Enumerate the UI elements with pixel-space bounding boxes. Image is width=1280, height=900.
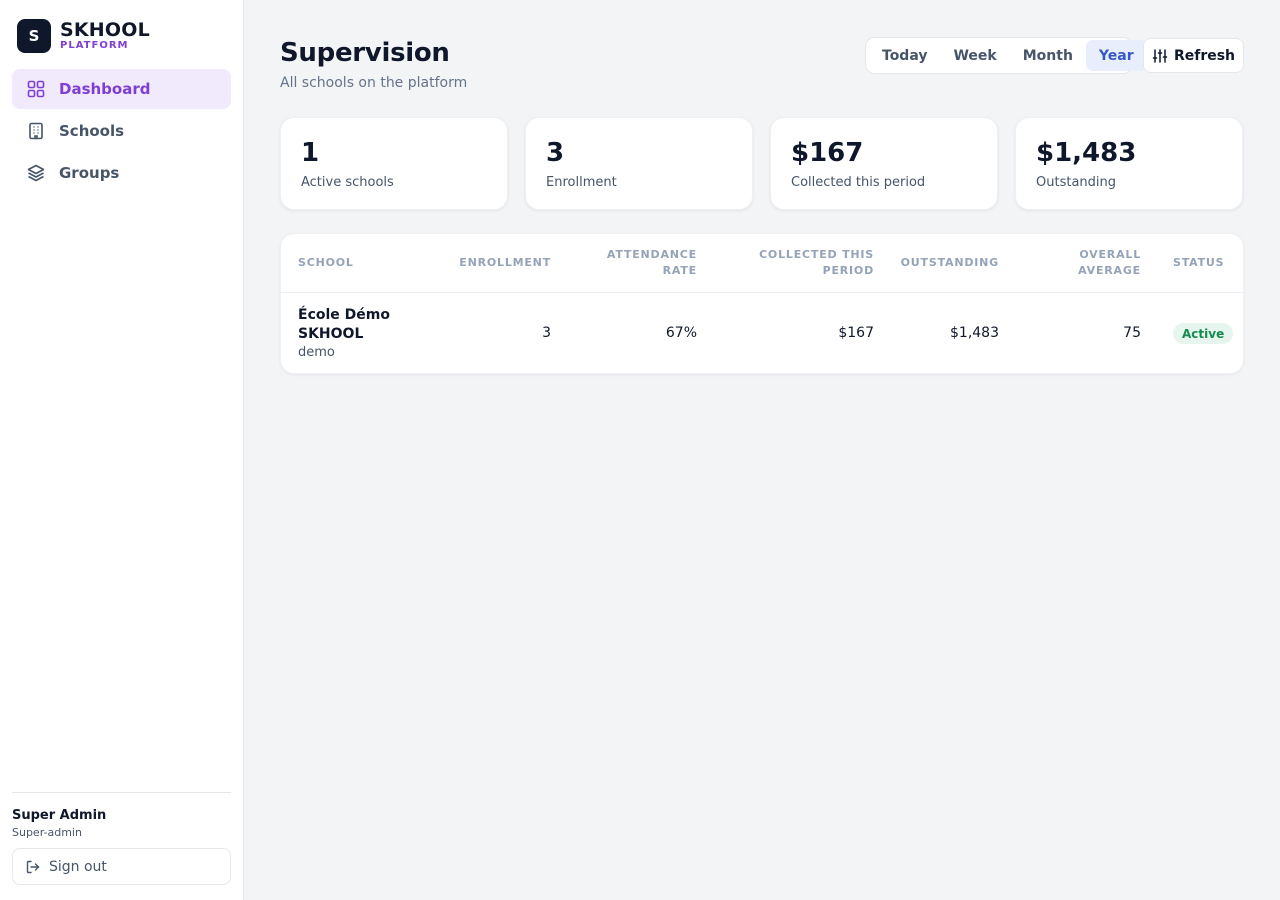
user-role: Super-admin — [12, 826, 82, 839]
stats-row: 1 Active schools 3 Enrollment $167 Colle… — [280, 117, 1244, 210]
page-subtitle: All schools on the platform — [280, 75, 468, 91]
grid-icon — [26, 79, 46, 99]
school-slug: demo — [298, 345, 335, 360]
column-header-average[interactable]: Overall average — [1061, 247, 1141, 279]
refresh-label: Refresh — [1173, 47, 1236, 64]
sidebar-item-schools[interactable]: Schools — [12, 111, 231, 151]
stat-value: $167 — [791, 138, 864, 168]
average-cell: 75 — [1123, 325, 1141, 341]
sidebar: S SKHOOL PLATFORM Dashboard Schools Grou… — [0, 0, 244, 900]
table-header: School Enrollment Attendance rate Collec… — [281, 234, 1245, 293]
stat-card-outstanding: $1,483 Outstanding — [1015, 117, 1243, 210]
sidebar-item-groups[interactable]: Groups — [12, 153, 231, 193]
period-selector: Today Week Month Year — [865, 37, 1147, 74]
user-name: Super Admin — [12, 808, 107, 823]
column-header-status[interactable]: Status — [1173, 255, 1224, 271]
column-header-school[interactable]: School — [298, 255, 354, 271]
attendance-cell: 67% — [665, 325, 697, 341]
brand-name: SKHOOL — [60, 19, 150, 41]
column-header-outstanding[interactable]: Outstanding — [889, 255, 999, 271]
sidebar-nav: Dashboard Schools Groups — [12, 69, 231, 195]
school-name-cont[interactable]: SKHOOL — [298, 325, 390, 344]
period-week-button[interactable]: Week — [940, 40, 1009, 71]
page-title: Supervision — [280, 38, 450, 68]
stat-card-enrollment: 3 Enrollment — [525, 117, 753, 210]
stat-label: Active schools — [301, 175, 394, 190]
column-header-attendance[interactable]: Attendance rate — [591, 247, 697, 279]
sliders-icon — [1152, 48, 1168, 63]
sign-out-button[interactable]: Sign out — [12, 848, 231, 885]
collected-cell: $167 — [838, 325, 874, 341]
sidebar-item-label: Schools — [59, 122, 125, 140]
stat-label: Collected this period — [791, 175, 926, 190]
brand[interactable]: S SKHOOL PLATFORM — [17, 19, 150, 53]
sign-out-icon — [26, 860, 40, 873]
column-header-collected[interactable]: Collected this period — [751, 247, 874, 279]
sidebar-item-label: Dashboard — [59, 80, 151, 98]
period-month-button[interactable]: Month — [1010, 40, 1086, 71]
stat-value: 1 — [301, 138, 320, 168]
enrollment-cell: 3 — [542, 325, 551, 341]
schools-table: School Enrollment Attendance rate Collec… — [280, 233, 1245, 375]
stat-label: Outstanding — [1036, 175, 1116, 190]
stat-value: 3 — [546, 138, 565, 168]
stat-value: $1,483 — [1036, 138, 1137, 168]
building-icon — [26, 121, 46, 141]
period-year-button[interactable]: Year — [1085, 40, 1147, 71]
stat-card-active-schools: 1 Active schools — [280, 117, 508, 210]
brand-logo: S — [17, 19, 51, 53]
stat-card-collected: $167 Collected this period — [770, 117, 998, 210]
sidebar-footer: Super Admin Super-admin Sign out — [12, 792, 231, 885]
stat-label: Enrollment — [546, 175, 617, 190]
layers-icon — [26, 163, 46, 183]
status-badge: Active — [1173, 323, 1234, 344]
sidebar-item-label: Groups — [59, 164, 120, 182]
table-row[interactable]: École Démo SKHOOL demo 3 67% $167 $1,483… — [281, 293, 1245, 375]
refresh-button[interactable]: Refresh — [1143, 38, 1244, 73]
sidebar-item-dashboard[interactable]: Dashboard — [12, 69, 231, 109]
outstanding-cell: $1,483 — [950, 325, 999, 341]
brand-subtitle: PLATFORM — [60, 40, 129, 51]
period-today-button[interactable]: Today — [869, 40, 940, 71]
sign-out-label: Sign out — [49, 858, 107, 875]
school-name[interactable]: École Démo — [298, 306, 390, 325]
school-cell: École Démo SKHOOL demo — [298, 306, 390, 361]
column-header-enrollment[interactable]: Enrollment — [451, 255, 551, 271]
